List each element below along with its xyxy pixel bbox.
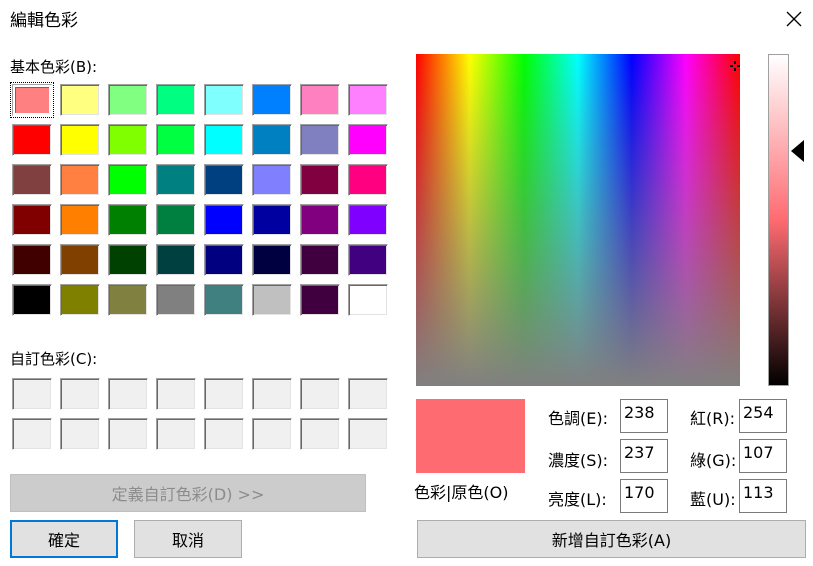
custom-color-swatch[interactable] — [60, 378, 100, 410]
basic-color-swatch[interactable] — [300, 124, 340, 156]
define-custom-colors-button[interactable]: 定義自訂色彩(D) >> — [10, 474, 366, 512]
custom-color-swatch[interactable] — [108, 418, 148, 450]
color-preview — [416, 399, 525, 473]
basic-color-swatch[interactable] — [156, 204, 196, 236]
basic-color-swatch[interactable] — [12, 244, 52, 276]
red-field[interactable]: 254 — [739, 399, 787, 433]
basic-color-swatch[interactable] — [300, 84, 340, 116]
green-label: 綠(G): — [690, 451, 737, 470]
basic-color-swatch[interactable] — [204, 284, 244, 316]
custom-color-swatch[interactable] — [156, 378, 196, 410]
dialog-title: 編輯色彩 — [10, 11, 78, 31]
custom-color-swatch[interactable] — [252, 378, 292, 410]
basic-color-swatch[interactable] — [10, 82, 54, 118]
blue-label: 藍(U): — [690, 490, 736, 509]
basic-color-swatch[interactable] — [300, 244, 340, 276]
custom-color-swatch[interactable] — [204, 378, 244, 410]
basic-color-swatch[interactable] — [204, 124, 244, 156]
preview-label[interactable]: 色彩|原色(O) — [414, 479, 508, 503]
custom-color-swatch[interactable] — [12, 378, 52, 410]
red-label: 紅(R): — [690, 409, 735, 428]
basic-color-swatch[interactable] — [60, 204, 100, 236]
sat-field[interactable]: 237 — [620, 439, 668, 473]
custom-color-swatch[interactable] — [252, 418, 292, 450]
basic-color-swatch[interactable] — [252, 244, 292, 276]
basic-color-swatch[interactable] — [12, 204, 52, 236]
hue-label: 色調(E): — [548, 409, 608, 428]
basic-color-swatch[interactable] — [252, 284, 292, 316]
triangle-left-icon[interactable] — [791, 140, 804, 162]
lum-label: 亮度(L): — [548, 490, 607, 509]
basic-color-swatch[interactable] — [348, 244, 388, 276]
custom-colors-label: 自訂色彩(C): — [10, 350, 98, 368]
basic-color-swatch[interactable] — [12, 164, 52, 196]
close-icon[interactable] — [784, 9, 804, 29]
basic-color-swatch[interactable] — [108, 164, 148, 196]
green-field[interactable]: 107 — [739, 439, 787, 473]
custom-color-swatch[interactable] — [204, 418, 244, 450]
basic-color-swatch[interactable] — [156, 164, 196, 196]
basic-color-swatch[interactable] — [156, 84, 196, 116]
basic-color-swatch[interactable] — [348, 204, 388, 236]
ok-button[interactable]: 確定 — [10, 520, 118, 558]
basic-color-swatch[interactable] — [204, 164, 244, 196]
basic-color-swatch[interactable] — [12, 284, 52, 316]
basic-color-swatch[interactable] — [108, 124, 148, 156]
lum-field[interactable]: 170 — [620, 479, 668, 513]
custom-color-swatch[interactable] — [348, 418, 388, 450]
custom-color-swatch[interactable] — [12, 418, 52, 450]
basic-color-swatch[interactable] — [348, 84, 388, 116]
basic-color-swatch[interactable] — [204, 204, 244, 236]
basic-colors-label: 基本色彩(B): — [10, 58, 98, 76]
basic-color-swatch[interactable] — [204, 244, 244, 276]
custom-color-swatch[interactable] — [348, 378, 388, 410]
luminance-slider[interactable] — [768, 54, 789, 386]
custom-color-swatch[interactable] — [60, 418, 100, 450]
basic-color-swatch[interactable] — [252, 164, 292, 196]
basic-color-swatch[interactable] — [108, 204, 148, 236]
sat-label: 濃度(S): — [548, 451, 609, 470]
basic-color-swatch[interactable] — [348, 284, 388, 316]
basic-color-swatch[interactable] — [156, 284, 196, 316]
hue-field[interactable]: 238 — [620, 399, 668, 433]
cancel-button[interactable]: 取消 — [134, 520, 242, 558]
crosshair-icon[interactable] — [730, 56, 740, 71]
basic-color-swatch[interactable] — [300, 164, 340, 196]
basic-color-swatch[interactable] — [348, 164, 388, 196]
basic-color-swatch[interactable] — [300, 204, 340, 236]
color-spectrum[interactable] — [416, 54, 740, 386]
basic-color-swatch[interactable] — [12, 124, 52, 156]
basic-color-swatch[interactable] — [252, 84, 292, 116]
basic-color-swatch[interactable] — [348, 124, 388, 156]
custom-color-swatch[interactable] — [300, 418, 340, 450]
basic-color-swatch[interactable] — [252, 204, 292, 236]
basic-color-swatch[interactable] — [156, 124, 196, 156]
basic-color-swatch[interactable] — [108, 284, 148, 316]
blue-field[interactable]: 113 — [739, 479, 787, 513]
custom-color-swatch[interactable] — [156, 418, 196, 450]
basic-color-swatch[interactable] — [108, 244, 148, 276]
basic-color-swatch[interactable] — [252, 124, 292, 156]
custom-color-swatch[interactable] — [300, 378, 340, 410]
add-custom-color-button[interactable]: 新增自訂色彩(A) — [417, 520, 806, 558]
basic-color-swatch[interactable] — [60, 164, 100, 196]
basic-color-swatch[interactable] — [156, 244, 196, 276]
basic-color-swatch[interactable] — [108, 84, 148, 116]
basic-color-swatch[interactable] — [60, 284, 100, 316]
basic-color-swatch[interactable] — [300, 284, 340, 316]
custom-color-swatch[interactable] — [108, 378, 148, 410]
basic-color-swatch[interactable] — [60, 84, 100, 116]
basic-color-swatch[interactable] — [204, 84, 244, 116]
basic-color-swatch[interactable] — [60, 124, 100, 156]
basic-color-swatch[interactable] — [60, 244, 100, 276]
